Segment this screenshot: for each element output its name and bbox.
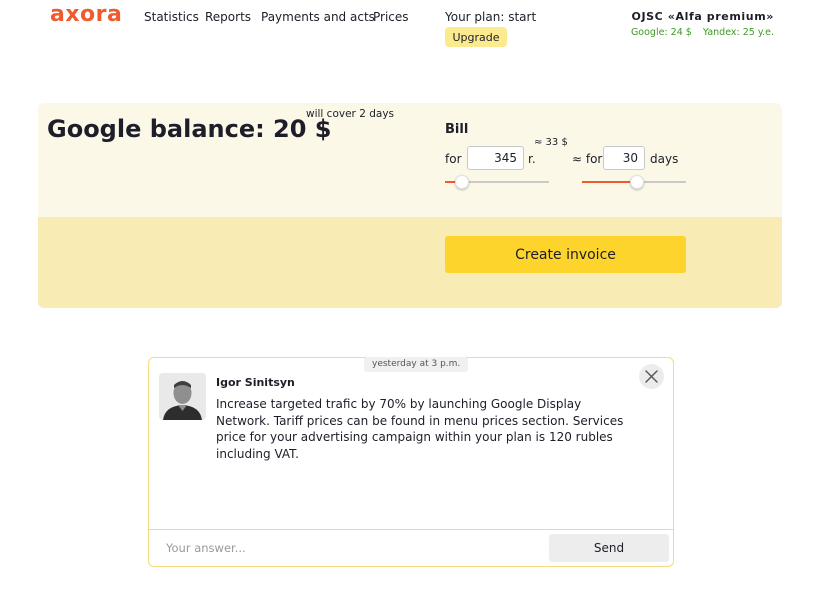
- balance-title: Google balance: 20 $: [47, 115, 332, 143]
- days-slider[interactable]: [582, 175, 686, 189]
- answer-input[interactable]: [157, 534, 542, 562]
- amount-input[interactable]: [467, 146, 524, 170]
- message-card: yesterday at 3 p.m. Igor Sinitsyn Increa…: [148, 357, 674, 567]
- slider-handle[interactable]: [630, 175, 645, 189]
- company-name[interactable]: OJSC «Alfa premium»: [632, 10, 775, 23]
- slider-fill: [582, 181, 638, 183]
- balance-card: Google balance: 20 $ will cover 2 days B…: [38, 103, 782, 308]
- yandex-balance: Yandex: 25 y.e.: [702, 27, 774, 38]
- days-input[interactable]: [603, 146, 645, 170]
- google-balance: Google: 24 $: [630, 27, 692, 38]
- close-icon: [645, 370, 658, 383]
- upgrade-button[interactable]: Upgrade: [445, 27, 507, 47]
- approx-usd: ≈ 33 $: [534, 137, 568, 148]
- reply-divider: [149, 529, 673, 530]
- currency-label: r.: [528, 152, 536, 166]
- close-button[interactable]: [639, 364, 664, 389]
- plan-label: Your plan: start: [445, 10, 537, 24]
- create-invoice-button[interactable]: Create invoice: [445, 236, 686, 273]
- logo[interactable]: axora: [50, 2, 122, 27]
- nav-payments-and-acts[interactable]: Payments and acts: [261, 10, 375, 24]
- account-balances: Google: 24 $ Yandex: 25 y.e.: [631, 27, 774, 38]
- send-button[interactable]: Send: [549, 534, 669, 562]
- nav-reports[interactable]: Reports: [205, 10, 251, 24]
- message-text: Increase targeted trafic by 70% by launc…: [216, 397, 624, 461]
- message-author: Igor Sinitsyn: [216, 376, 295, 389]
- bill-label: Bill: [445, 122, 469, 137]
- avatar: [159, 373, 206, 420]
- for-label: for: [445, 152, 462, 166]
- slider-handle[interactable]: [454, 175, 469, 189]
- for-days-label: ≈ for: [572, 152, 603, 166]
- nav-prices[interactable]: Prices: [373, 10, 409, 24]
- nav-statistics[interactable]: Statistics: [144, 10, 199, 24]
- amount-slider[interactable]: [445, 175, 549, 189]
- message-time: yesterday at 3 p.m.: [364, 357, 469, 372]
- avatar-photo-icon: [159, 373, 206, 420]
- cover-note: will cover 2 days: [306, 108, 395, 120]
- days-unit: days: [650, 152, 679, 166]
